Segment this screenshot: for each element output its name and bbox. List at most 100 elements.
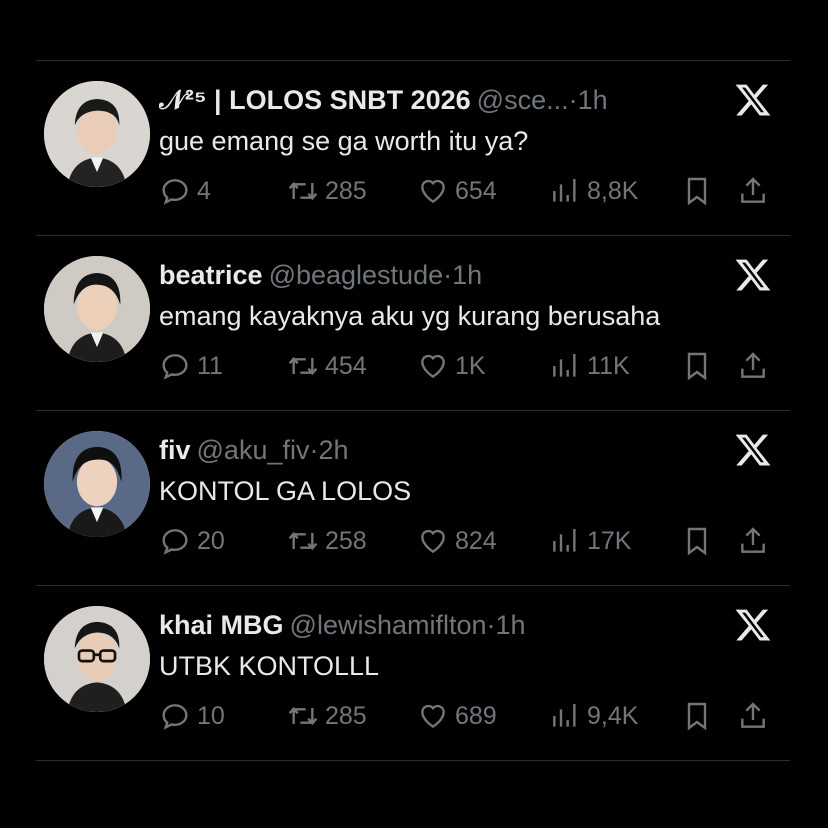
tweet-list: 𝒩²⁵ | LOLOS SNBT 2026 @sce...·1h gue eman… [36,60,790,761]
views-icon [553,704,576,727]
retweet-button[interactable]: 454 [287,346,367,386]
bookmark-button[interactable] [681,521,719,561]
tweet-actions: 20 258 824 17K [159,521,779,561]
tweet-card[interactable]: khai MBG @lewishamiflton·1h UTBK KONTOLLL… [36,586,790,761]
views-button[interactable]: 17K [549,521,631,561]
retweet-count: 258 [325,527,367,555]
share-button[interactable] [737,171,775,211]
retweet-icon [288,356,318,376]
views-button[interactable]: 9,4K [549,696,638,736]
heart-icon [421,704,445,729]
tweet-text: gue emang se ga worth itu ya? [159,126,529,156]
views-button[interactable]: 8,8K [549,171,638,211]
views-icon [553,354,576,377]
like-count: 824 [455,527,497,555]
share-icon [741,177,765,203]
tweet-card[interactable]: beatrice @beaglestude·1h emang kayaknya a… [36,236,790,411]
bookmark-button[interactable] [681,346,719,386]
views-count: 17K [587,527,632,555]
bookmark-icon [687,702,707,731]
views-count: 11K [587,352,630,380]
tweet-actions: 10 285 689 9,4K [159,696,779,736]
tweet-header: beatrice @beaglestude·1h [159,258,700,292]
display-name[interactable]: beatrice [159,260,263,290]
heart-icon [421,529,445,554]
timestamp[interactable]: 1h [452,260,482,290]
reply-button[interactable]: 20 [159,521,225,561]
share-icon [741,702,765,728]
user-handle[interactable]: @sce... [477,85,569,115]
user-handle[interactable]: @aku_fiv [197,435,310,465]
views-button[interactable]: 11K [549,346,630,386]
reply-count: 11 [197,352,223,380]
share-icon [741,527,765,553]
bookmark-icon [687,352,707,381]
reply-count: 10 [197,702,225,730]
retweet-count: 285 [325,702,367,730]
display-name[interactable]: 𝒩²⁵ | LOLOS SNBT 2026 [159,85,471,115]
separator-dot: · [443,260,453,290]
retweet-button[interactable]: 285 [287,171,367,211]
reply-button[interactable]: 4 [159,171,211,211]
reply-icon [162,529,188,555]
share-button[interactable] [737,521,775,561]
views-count: 8,8K [587,177,639,205]
tweet-text: UTBK KONTOLLL [159,651,380,681]
tweet-card[interactable]: fiv @aku_fiv·2h KONTOL GA LOLOS 20 258 82… [36,411,790,586]
avatar[interactable] [44,256,150,362]
reply-icon [162,704,188,730]
separator-dot: · [486,610,496,640]
share-button[interactable] [737,346,775,386]
retweet-count: 454 [325,352,367,380]
reply-icon [162,179,188,205]
like-count: 1K [455,352,486,380]
reply-count: 4 [197,177,211,205]
heart-icon [421,179,445,204]
share-icon [741,352,765,378]
reply-icon [162,354,188,380]
timestamp[interactable]: 2h [318,435,348,465]
retweet-button[interactable]: 285 [287,696,367,736]
bookmark-button[interactable] [681,696,719,736]
x-logo-icon [735,609,771,641]
display-name[interactable]: khai MBG [159,610,284,640]
views-count: 9,4K [587,702,639,730]
retweet-button[interactable]: 258 [287,521,367,561]
timestamp[interactable]: 1h [578,85,608,115]
views-icon [553,529,576,552]
views-icon [553,179,576,202]
separator-dot: · [568,85,578,115]
retweet-icon [288,531,318,551]
bookmark-icon [687,177,707,206]
like-count: 689 [455,702,497,730]
avatar[interactable] [44,81,150,187]
user-handle[interactable]: @beaglestude [269,260,444,290]
retweet-count: 285 [325,177,367,205]
user-handle[interactable]: @lewishamiflton [290,610,487,640]
display-name[interactable]: fiv [159,435,191,465]
like-button[interactable]: 689 [417,696,497,736]
reply-button[interactable]: 11 [159,346,223,386]
retweet-icon [288,181,318,201]
retweet-icon [288,706,318,726]
x-logo-icon [735,434,771,466]
like-button[interactable]: 1K [417,346,486,386]
tweet-header: khai MBG @lewishamiflton·1h [159,608,700,642]
tweet-actions: 11 454 1K 11K [159,346,779,386]
like-button[interactable]: 654 [417,171,497,211]
share-button[interactable] [737,696,775,736]
tweet-header: 𝒩²⁵ | LOLOS SNBT 2026 @sce...·1h [159,83,700,117]
x-logo-icon [735,84,771,116]
avatar[interactable] [44,431,150,537]
reply-button[interactable]: 10 [159,696,225,736]
tweet-header: fiv @aku_fiv·2h [159,433,700,467]
avatar[interactable] [44,606,150,712]
tweet-actions: 4 285 654 8,8K [159,171,779,211]
bookmark-button[interactable] [681,171,719,211]
tweet-card[interactable]: 𝒩²⁵ | LOLOS SNBT 2026 @sce...·1h gue eman… [36,61,790,236]
like-button[interactable]: 824 [417,521,497,561]
bookmark-icon [687,527,707,556]
timestamp[interactable]: 1h [496,610,526,640]
x-logo-icon [735,259,771,291]
tweet-text: KONTOL GA LOLOS [159,476,412,506]
